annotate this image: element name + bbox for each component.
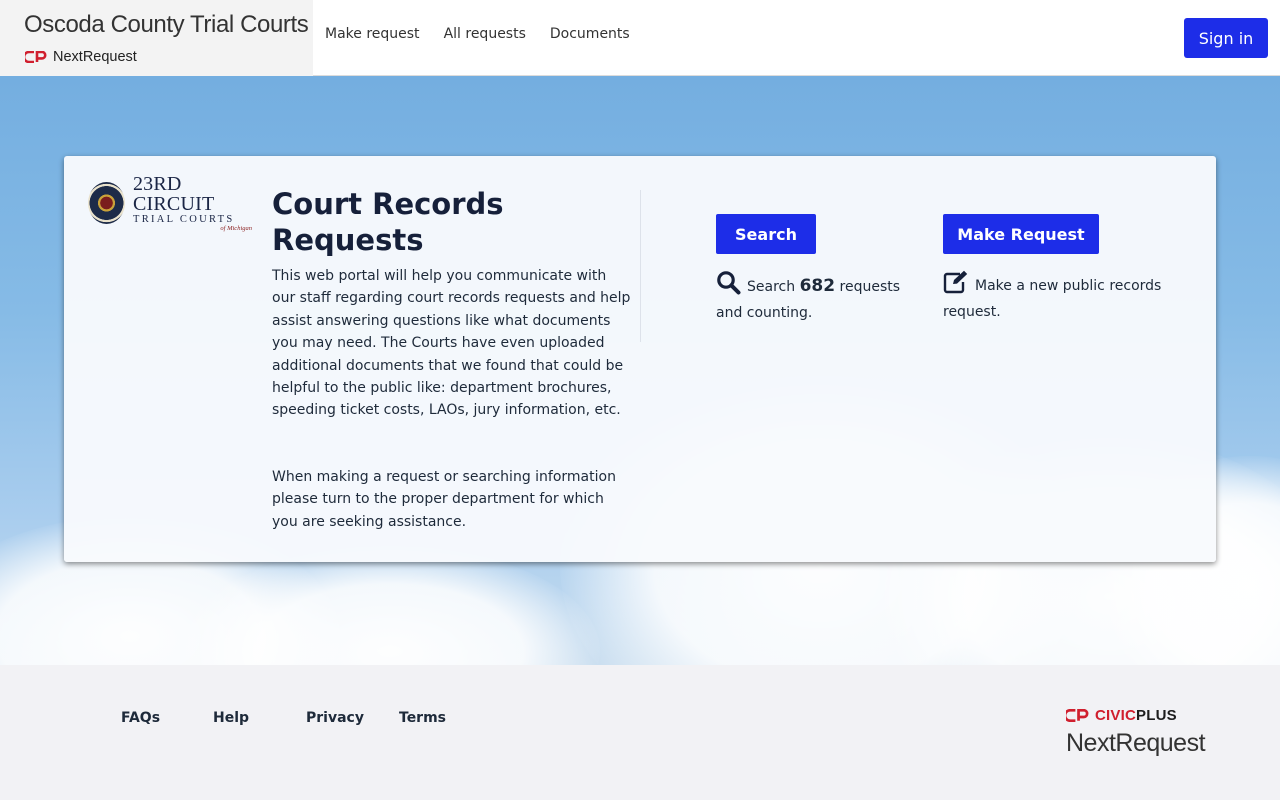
intro-description-2: When making a request or searching infor… — [272, 469, 616, 530]
logo-line2: TRIAL COURTS — [132, 213, 235, 225]
civicplus-logo-icon — [1066, 709, 1089, 722]
footer-link-privacy[interactable]: Privacy — [306, 710, 364, 726]
footer: FAQs Help Privacy Terms CIVICPLUS NextRe… — [0, 665, 1280, 800]
edit-icon — [943, 270, 969, 301]
site-title[interactable]: Oscoda County Trial Courts — [24, 11, 309, 39]
search-icon — [716, 270, 741, 302]
court-logo-text: 23RD CIRCUIT TRIAL COURTS of Michigan — [133, 174, 252, 233]
search-button[interactable]: Search — [716, 214, 816, 254]
hero-background: 23RD CIRCUIT TRIAL COURTS of Michigan Co… — [0, 76, 1280, 665]
civicplus-logo: CIVICPLUS — [1066, 707, 1177, 724]
search-summary: Search 682 requests and counting. — [716, 270, 916, 324]
footer-product-name: NextRequest — [1066, 729, 1206, 757]
footer-link-terms[interactable]: Terms — [399, 710, 446, 726]
civicplus-label-plus: PLUS — [1136, 707, 1177, 724]
nextrequest-logo-icon — [25, 51, 47, 63]
nav-all-requests[interactable]: All requests — [444, 26, 526, 42]
footer-link-help[interactable]: Help — [213, 710, 249, 726]
top-navbar: Oscoda County Trial Courts NextRequest M… — [0, 0, 1280, 76]
nextrequest-brand: NextRequest — [25, 49, 137, 65]
logo-line1: 23RD CIRCUIT — [132, 172, 215, 215]
brand-name: NextRequest — [53, 49, 137, 65]
request-count: 682 — [799, 276, 836, 296]
sign-in-button[interactable]: Sign in — [1184, 18, 1268, 58]
make-request-button[interactable]: Make Request — [943, 214, 1099, 254]
page-title: Court Records Requests — [272, 187, 504, 257]
footer-link-faqs[interactable]: FAQs — [121, 710, 160, 726]
nav-documents[interactable]: Documents — [550, 26, 630, 42]
search-text-prefix: Search — [747, 279, 796, 295]
civicplus-label-civic: CIVIC — [1095, 707, 1137, 724]
main-nav: Make request All requests Documents — [325, 26, 630, 42]
intro-card: 23RD CIRCUIT TRIAL COURTS of Michigan Co… — [64, 156, 1216, 562]
divider — [640, 190, 641, 342]
logo-line3: of Michigan — [220, 225, 252, 232]
intro-description: This web portal will help you communicat… — [272, 268, 631, 419]
brand-block[interactable]: Oscoda County Trial Courts NextRequest — [0, 0, 313, 76]
court-logo: 23RD CIRCUIT TRIAL COURTS of Michigan — [88, 174, 252, 232]
make-request-summary: Make a new public records request. — [943, 270, 1173, 323]
court-seal-icon — [88, 182, 125, 224]
nav-make-request[interactable]: Make request — [325, 26, 420, 42]
make-request-text: Make a new public records request. — [943, 278, 1162, 320]
